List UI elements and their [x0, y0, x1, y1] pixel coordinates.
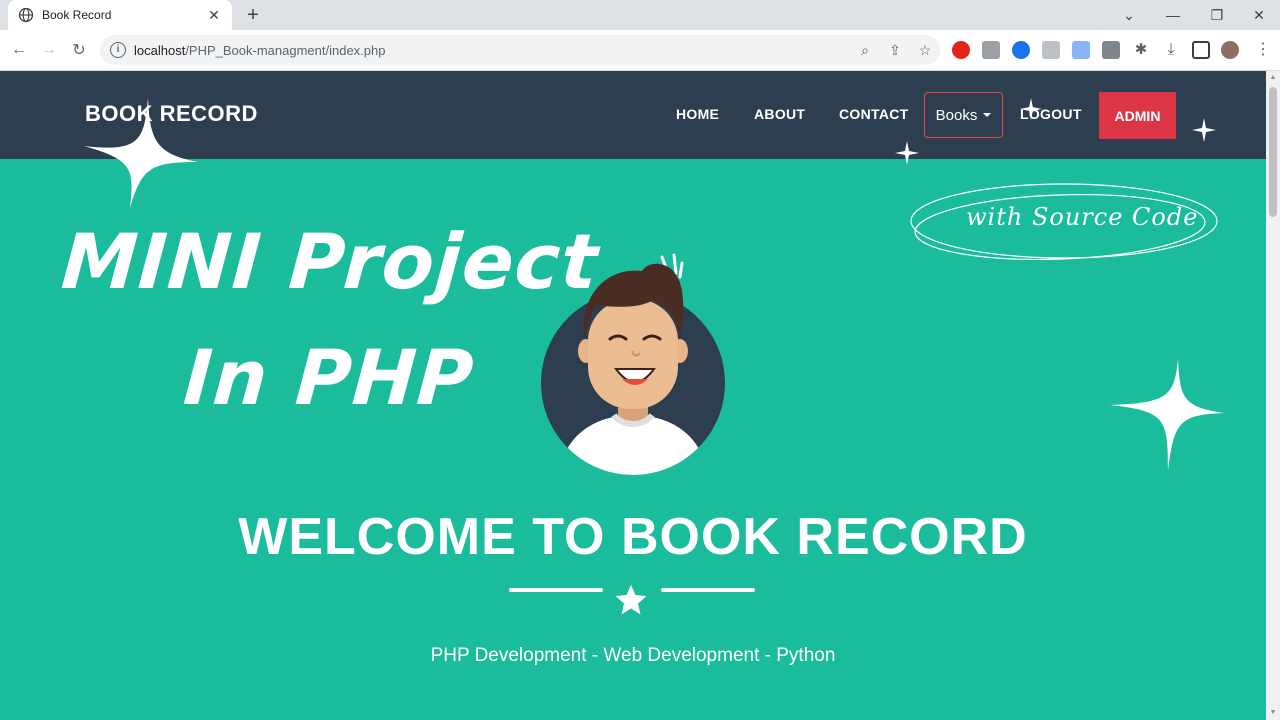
extension-icon[interactable] — [1102, 41, 1120, 59]
extension-icon[interactable] — [1012, 41, 1030, 59]
restore-button[interactable]: ❐ — [1196, 0, 1238, 30]
scrollbar-thumb[interactable] — [1269, 87, 1277, 217]
divider-line-left — [509, 588, 603, 592]
small-sparkle-icon — [1020, 98, 1042, 120]
minimize-button[interactable]: — — [1152, 0, 1194, 30]
url-host: localhost — [134, 42, 186, 58]
small-sparkle-icon — [895, 141, 919, 165]
download-icon[interactable]: ⤓ — [1162, 41, 1180, 59]
nav-about-link[interactable]: ABOUT — [754, 106, 805, 122]
menu-kebab-icon[interactable]: ⋮ — [1254, 41, 1272, 59]
code-extension-icon[interactable] — [1042, 41, 1060, 59]
sparkle-icon — [1110, 359, 1224, 471]
url-path: /PHP_Book-managment/index.php — [185, 42, 386, 58]
scroll-down-icon[interactable]: ▼ — [1269, 709, 1277, 717]
scroll-up-icon[interactable]: ▲ — [1269, 74, 1277, 82]
extension-icon[interactable] — [1072, 41, 1090, 59]
forward-arrow-icon[interactable]: → — [37, 38, 61, 62]
browser-tab-strip: Book Record ✕ + ⌄ — ❐ ✕ — [0, 0, 1280, 30]
reload-icon[interactable]: ↻ — [67, 38, 91, 62]
url-text[interactable]: localhost/PHP_Book-managment/index.php — [134, 43, 850, 58]
globe-icon — [18, 7, 34, 23]
window-close-button[interactable]: ✕ — [1238, 0, 1280, 30]
tab-search-icon[interactable]: ⌄ — [1108, 0, 1150, 30]
side-panel-icon[interactable] — [1192, 41, 1210, 59]
divider-line-right — [661, 588, 755, 592]
books-dropdown-label: Books — [935, 106, 978, 124]
source-code-badge: with Source Code — [966, 203, 1199, 231]
new-tab-button[interactable]: + — [242, 4, 264, 26]
hero-subtitle: PHP Development - Web Development - Pyth… — [430, 645, 836, 666]
avatar — [541, 253, 725, 475]
browser-toolbar: ← → ↻ i localhost/PHP_Book-managment/ind… — [0, 30, 1280, 71]
tab-close-icon[interactable]: ✕ — [206, 7, 222, 24]
browser-tab[interactable]: Book Record ✕ — [8, 0, 232, 30]
address-bar[interactable]: i localhost/PHP_Book-managment/index.php… — [100, 35, 940, 65]
sparkle-icon — [84, 98, 198, 208]
welcome-heading: WELCOME TO BOOK RECORD — [238, 508, 1028, 566]
bookmark-star-icon[interactable]: ☆ — [910, 35, 940, 65]
share-icon[interactable]: ⇪ — [880, 35, 910, 65]
books-dropdown[interactable]: Books — [924, 92, 1003, 138]
hero-title-line2: In PHP — [180, 333, 477, 422]
star-icon — [615, 585, 647, 615]
profile-avatar[interactable] — [1221, 41, 1239, 59]
small-sparkle-icon — [1192, 118, 1216, 142]
hero-title-line1: MINI Project — [58, 217, 602, 306]
web-page: BOOK RECORD HOME ABOUT CONTACT Books LOG… — [0, 71, 1266, 720]
page-scrollbar[interactable]: ▲ ▼ — [1266, 71, 1280, 720]
extension-icon[interactable] — [982, 41, 1000, 59]
puzzle-extensions-icon[interactable]: ✱ — [1132, 41, 1150, 59]
nav-home-link[interactable]: HOME — [676, 106, 719, 122]
site-info-icon[interactable]: i — [110, 42, 126, 58]
zoom-icon[interactable]: ⌕ — [850, 35, 880, 65]
tab-title: Book Record — [42, 8, 112, 22]
opera-extension-icon[interactable] — [952, 41, 970, 59]
nav-contact-link[interactable]: CONTACT — [839, 106, 909, 122]
admin-button[interactable]: ADMIN — [1099, 92, 1176, 139]
caret-down-icon — [983, 113, 992, 117]
back-arrow-icon[interactable]: ← — [7, 38, 31, 62]
